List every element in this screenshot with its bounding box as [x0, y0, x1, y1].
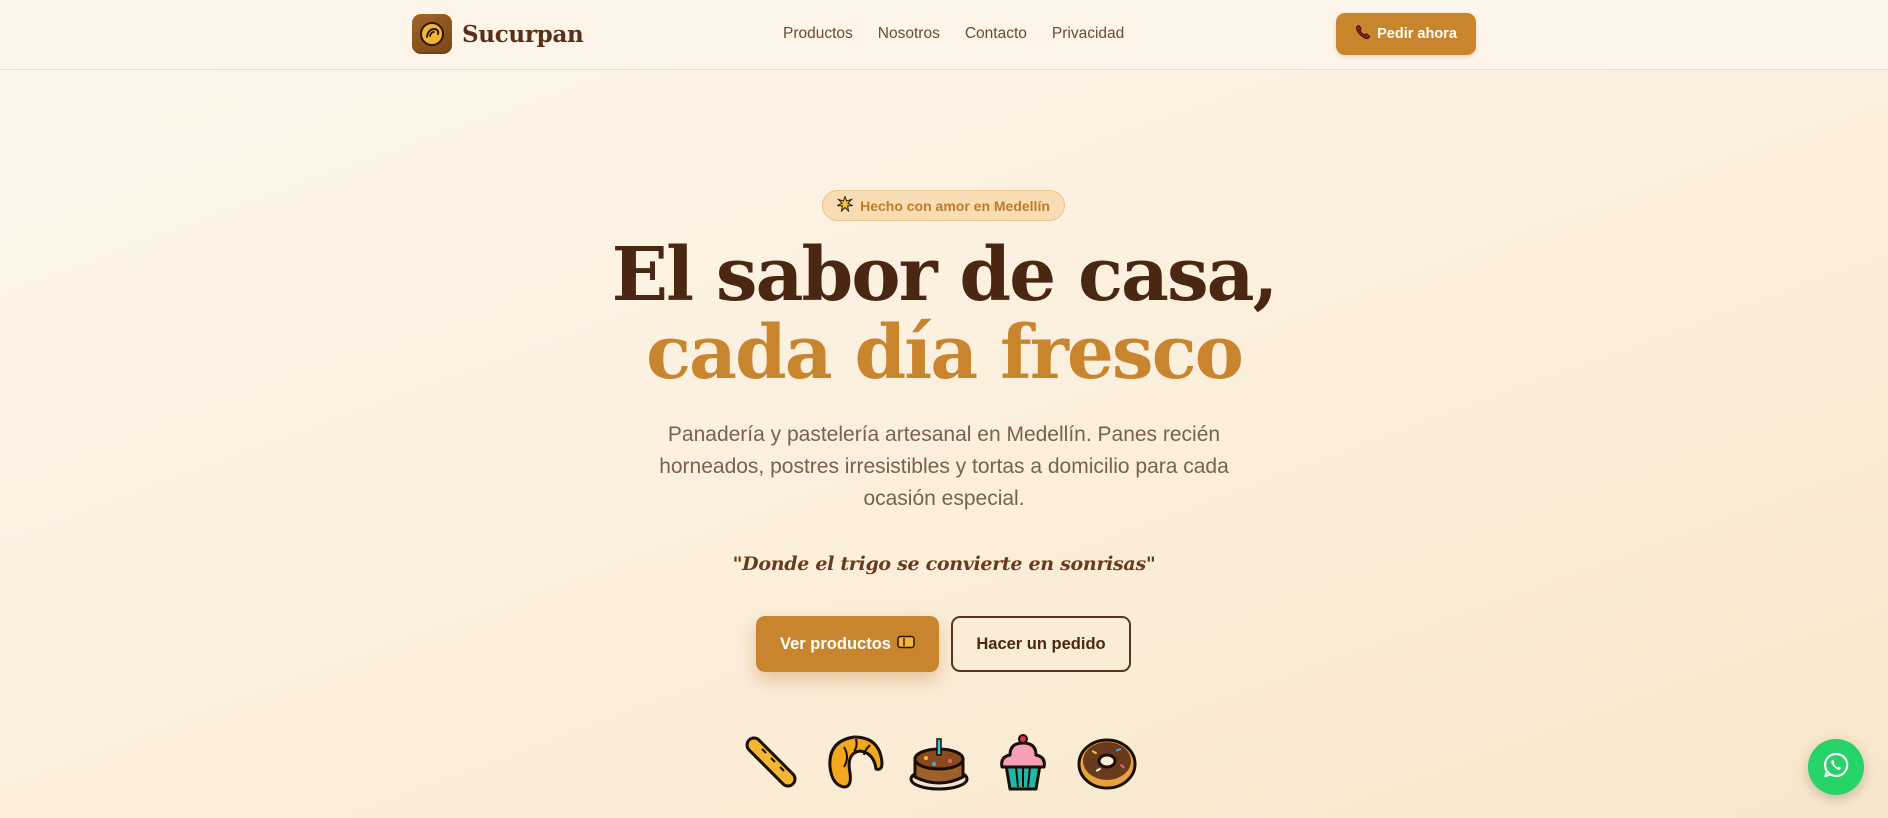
order-now-label: Pedir ahora: [1377, 26, 1457, 42]
croissant-logo-icon: [412, 14, 452, 54]
location-badge: Hecho con amor en Medellín: [822, 190, 1065, 221]
main-nav: Productos Nosotros Contacto Privacidad: [783, 0, 1124, 68]
whatsapp-button[interactable]: [1808, 739, 1864, 795]
view-products-label: Ver productos: [780, 634, 891, 653]
hero-headline: El sabor de casa, cada día fresco: [0, 236, 1888, 392]
croissant-icon: [824, 731, 886, 793]
hero-quote: "Donde el trigo se convierte en sonrisas…: [732, 553, 1156, 575]
site-header: Sucurpan Productos Nosotros Contacto Pri…: [0, 0, 1888, 70]
nav-link-nosotros[interactable]: Nosotros: [878, 25, 940, 43]
whatsapp-icon: [1822, 751, 1850, 784]
badge-text: Hecho con amor en Medellín: [860, 197, 1050, 214]
phone-icon: [1355, 24, 1371, 44]
food-icons-row: [740, 730, 1138, 794]
brand-name: Sucurpan: [462, 20, 584, 48]
place-order-button[interactable]: Hacer un pedido: [951, 616, 1131, 672]
cupcake-icon: [992, 731, 1054, 793]
order-now-button[interactable]: Pedir ahora: [1336, 13, 1476, 55]
view-products-button[interactable]: Ver productos: [756, 616, 939, 672]
nav-link-contacto[interactable]: Contacto: [965, 25, 1027, 43]
headline-line-2: cada día fresco: [645, 310, 1244, 396]
hero-subtitle: Panadería y pastelería artesanal en Mede…: [659, 423, 1229, 510]
bread-icon: [897, 635, 915, 654]
nav-link-productos[interactable]: Productos: [783, 25, 853, 43]
headline-line-1: El sabor de casa,: [611, 232, 1279, 318]
brand-link[interactable]: Sucurpan: [412, 14, 584, 54]
nav-link-privacidad[interactable]: Privacidad: [1052, 25, 1124, 43]
baguette-icon: [740, 731, 802, 793]
donut-icon: [1076, 731, 1138, 793]
sparkle-icon: [835, 195, 855, 215]
cake-icon: [908, 731, 970, 793]
